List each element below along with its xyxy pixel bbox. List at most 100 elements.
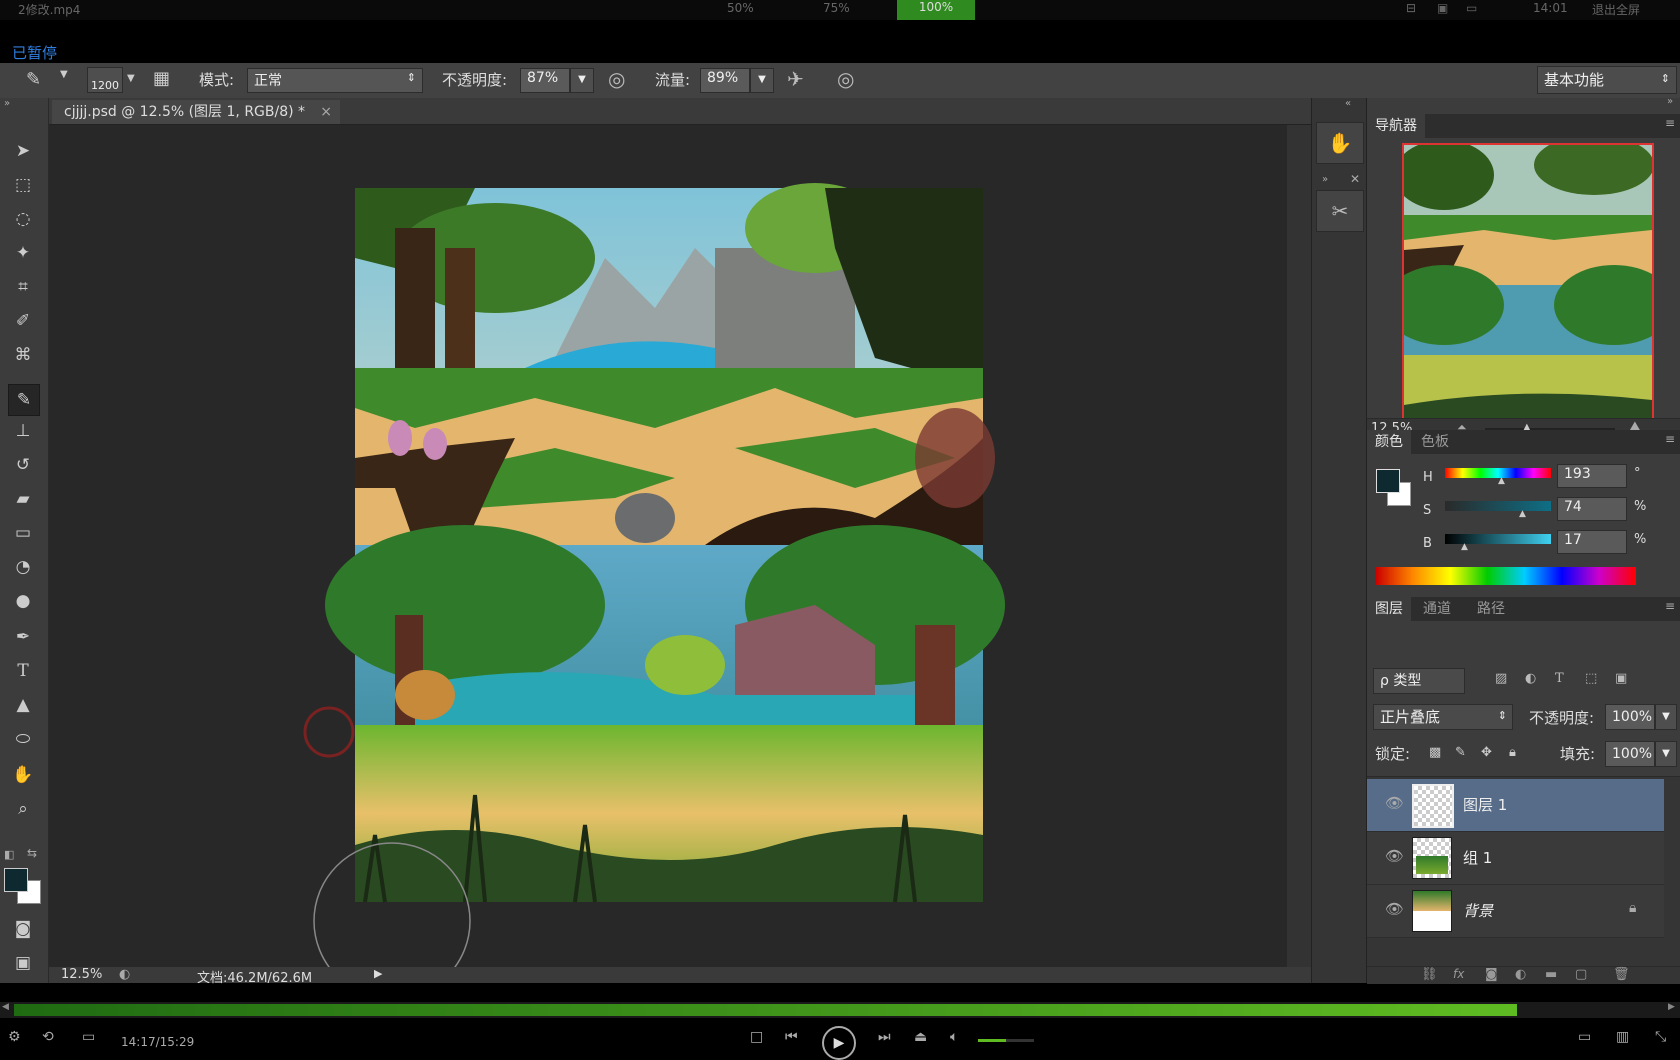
filter-shape-icon[interactable]: ⬚ (1585, 671, 1597, 686)
canvas-area[interactable] (49, 125, 1287, 967)
canvas-scrollbar[interactable] (1287, 125, 1311, 967)
saturation-field[interactable]: 74 (1557, 497, 1627, 521)
tool-presets-panel-icon[interactable]: ✂ (1316, 190, 1364, 232)
hue-field[interactable]: 193 (1557, 464, 1627, 488)
flow-field[interactable]: 89% (700, 68, 750, 93)
zoom-option-75[interactable]: 75% (823, 1, 850, 15)
status-zoom[interactable]: 12.5% (61, 967, 102, 982)
workspace-select[interactable]: 基本功能 ⇕ (1537, 66, 1677, 94)
airbrush-icon[interactable]: ✈ (787, 67, 804, 91)
swap-colors-icon[interactable]: ⇆ (27, 846, 37, 860)
layer-opacity-dropdown-icon[interactable]: ▼ (1655, 704, 1677, 730)
ellipse-tool-icon[interactable]: ⬭ (8, 724, 38, 754)
add-mask-icon[interactable]: ◙ (1485, 967, 1498, 982)
layers-menu-icon[interactable]: ≡ (1665, 599, 1675, 613)
video-progress-bar[interactable]: ◀ ▶ (0, 1002, 1680, 1018)
layer-row-group1[interactable]: 👁︎ 组 1 (1367, 832, 1664, 885)
eye-icon[interactable]: 👁︎ (1385, 794, 1404, 812)
delete-layer-icon[interactable]: 🗑︎ (1613, 967, 1630, 982)
progress-left-arrow-icon[interactable]: ◀ (2, 1002, 9, 1012)
filter-pixel-icon[interactable]: ▨ (1495, 671, 1507, 686)
player-fullscreen-icon[interactable]: ▭ (1466, 1, 1477, 15)
link-icon[interactable]: ⛓ (1421, 967, 1438, 982)
lock-position-icon[interactable]: ✥ (1481, 745, 1492, 760)
close-strip-icon[interactable]: ✕ (1350, 172, 1360, 186)
blur-tool-icon[interactable]: ◔ (8, 552, 38, 582)
play-button[interactable]: ▶ (822, 1026, 856, 1060)
lock-all-icon[interactable]: 🔒︎ (1509, 745, 1516, 760)
layer-filter-select[interactable]: ρ 类型 (1373, 668, 1465, 694)
volume-icon[interactable]: 🔈︎ (950, 1029, 958, 1045)
blend-mode-select[interactable]: 正片叠底 ⇕ (1373, 704, 1513, 730)
foreground-color-swatch[interactable] (4, 868, 28, 892)
pressure-size-icon[interactable]: ◎ (837, 67, 854, 91)
zoom-tool-icon[interactable]: ⌕ (8, 794, 38, 824)
brightness-slider-thumb[interactable]: ▲ (1461, 542, 1468, 552)
expand-strip-icon[interactable]: » (1322, 174, 1328, 185)
fill-dropdown-icon[interactable]: ▼ (1655, 741, 1677, 767)
filter-type-icon[interactable]: T (1555, 671, 1564, 686)
layer-row-layer1[interactable]: 👁︎ 图层 1 (1367, 779, 1664, 832)
gradient-tool-icon[interactable]: ▭ (8, 518, 38, 548)
loop-icon[interactable]: ⟲ (42, 1029, 54, 1045)
pen-tool-icon[interactable]: ✒ (8, 622, 38, 652)
playlist-icon[interactable]: ▥ (1616, 1029, 1629, 1045)
mini-mode-icon[interactable]: ▭ (1578, 1029, 1591, 1045)
hand-tool-icon[interactable]: ✋ (8, 760, 38, 790)
brush-size-arrow-icon[interactable]: ▼ (127, 73, 135, 84)
saturation-slider-thumb[interactable]: ▲ (1519, 509, 1526, 519)
tab-color[interactable]: 颜色 (1367, 430, 1411, 454)
move-tool-icon[interactable]: ➤ (8, 136, 38, 166)
new-group-icon[interactable]: ▬ (1545, 967, 1557, 982)
navigator-view-box[interactable] (1384, 135, 1674, 427)
tab-layers[interactable]: 图层 (1367, 597, 1411, 621)
type-tool-icon[interactable]: T (8, 656, 38, 686)
flow-dropdown-icon[interactable]: ▼ (750, 68, 774, 93)
brush-preset-icon[interactable]: ✎ (26, 69, 41, 90)
eraser-tool-icon[interactable]: ▰ (8, 484, 38, 514)
shrink-icon[interactable]: ⤡ (1655, 1029, 1666, 1045)
screenshot-icon[interactable]: ▭ (82, 1029, 95, 1045)
document-tab[interactable]: cjjjj.psd @ 12.5% (图层 1, RGB/8) * × (52, 100, 340, 124)
status-info-icon[interactable]: ◐ (119, 967, 130, 982)
color-fg-swatch[interactable] (1376, 469, 1400, 493)
quick-mask-icon[interactable]: ◙ (8, 914, 38, 944)
brush-tool-icon[interactable]: ✎ (8, 384, 40, 416)
history-brush-tool-icon[interactable]: ↺ (8, 450, 38, 480)
layer-opacity-field[interactable]: 100% (1605, 704, 1655, 730)
lock-pixels-icon[interactable]: ✎ (1455, 745, 1466, 760)
next-icon[interactable]: ⏭ (878, 1029, 891, 1045)
player-window-icon[interactable]: ▣ (1437, 1, 1448, 15)
tab-channels[interactable]: 通道 (1415, 597, 1459, 621)
color-ramp[interactable] (1376, 567, 1636, 585)
collapse-strip-icon[interactable]: « (1345, 98, 1351, 109)
hue-slider-thumb[interactable]: ▲ (1498, 476, 1505, 486)
collapse-tools-icon[interactable]: » (4, 98, 10, 109)
stamp-tool-icon[interactable]: ⊥ (8, 416, 38, 446)
collapse-panels-icon[interactable]: » (1667, 96, 1673, 107)
default-colors-icon[interactable]: ◧ (4, 848, 14, 861)
brush-panel-icon[interactable]: ▦ (153, 68, 170, 89)
saturation-slider[interactable] (1445, 501, 1551, 511)
status-menu-arrow-icon[interactable]: ▶ (374, 967, 382, 980)
opacity-dropdown-icon[interactable]: ▼ (570, 68, 594, 93)
player-minimize-icon[interactable]: ⊟ (1406, 1, 1416, 15)
eject-icon[interactable]: ⏏ (914, 1029, 927, 1045)
brightness-field[interactable]: 17 (1557, 530, 1627, 554)
adjustment-layer-icon[interactable]: ◐ (1515, 967, 1526, 982)
opacity-field[interactable]: 87% (520, 68, 570, 93)
brush-presets-panel-icon[interactable]: ✋ (1316, 122, 1364, 164)
healing-tool-icon[interactable]: ⌘ (8, 340, 38, 370)
tab-paths[interactable]: 路径 (1469, 597, 1513, 621)
dodge-tool-icon[interactable]: ● (8, 586, 38, 616)
tab-navigator[interactable]: 导航器 (1367, 114, 1425, 138)
player-settings-icon[interactable]: ⚙ (8, 1029, 21, 1045)
progress-right-arrow-icon[interactable]: ▶ (1668, 1002, 1675, 1012)
brush-size-field[interactable]: 1200 (87, 67, 123, 93)
eye-icon[interactable]: 👁︎ (1385, 900, 1404, 918)
close-tab-icon[interactable]: × (320, 100, 332, 124)
navigator-menu-icon[interactable]: ≡ (1665, 116, 1675, 130)
magic-wand-tool-icon[interactable]: ✦ (8, 238, 38, 268)
volume-slider[interactable] (978, 1039, 1034, 1042)
fill-field[interactable]: 100% (1605, 741, 1655, 767)
